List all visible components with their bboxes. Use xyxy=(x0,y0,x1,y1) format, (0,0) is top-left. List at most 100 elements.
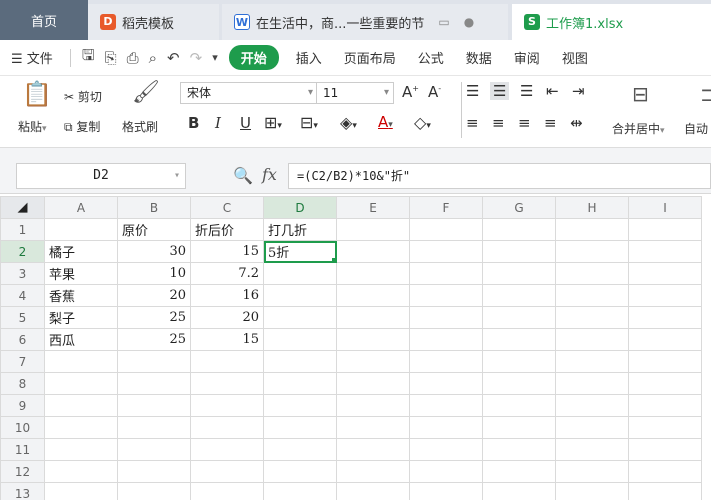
cell-c4[interactable]: 16 xyxy=(190,284,264,307)
print-preview-icon[interactable]: ⌕ xyxy=(144,49,162,67)
align-left-icon[interactable]: ≡ xyxy=(466,114,479,132)
cell-b10[interactable] xyxy=(117,416,191,439)
cell-e13[interactable] xyxy=(336,482,410,500)
cell-e10[interactable] xyxy=(336,416,410,439)
tab-daoke-templates[interactable]: D 稻壳模板 xyxy=(88,4,219,40)
merge-center-icon[interactable]: ⊟ xyxy=(632,82,649,106)
row-header[interactable]: 3 xyxy=(0,262,45,285)
cell-i9[interactable] xyxy=(628,394,702,417)
cell-e8[interactable] xyxy=(336,372,410,395)
cell-f13[interactable] xyxy=(409,482,483,500)
menu-formulas[interactable]: 公式 xyxy=(407,48,455,67)
cell-i2[interactable] xyxy=(628,240,702,263)
cell-h10[interactable] xyxy=(555,416,629,439)
cell-e5[interactable] xyxy=(336,306,410,329)
clear-icon[interactable]: ◇▾ xyxy=(414,113,431,132)
column-header-f[interactable]: F xyxy=(409,196,483,219)
cell-f2[interactable] xyxy=(409,240,483,263)
font-color-icon[interactable]: A▾ xyxy=(378,113,393,131)
cell-a6[interactable]: 西瓜 xyxy=(44,328,118,351)
cell-e6[interactable] xyxy=(336,328,410,351)
column-header-a[interactable]: A xyxy=(44,196,118,219)
cell-b2[interactable]: 30 xyxy=(117,240,191,263)
cell-f3[interactable] xyxy=(409,262,483,285)
row-header[interactable]: 11 xyxy=(0,438,45,461)
cell-g13[interactable] xyxy=(482,482,556,500)
cell-i13[interactable] xyxy=(628,482,702,500)
cell-a8[interactable] xyxy=(44,372,118,395)
cell-b8[interactable] xyxy=(117,372,191,395)
underline-icon[interactable]: U xyxy=(240,114,251,132)
cell-d8[interactable] xyxy=(263,372,337,395)
row-header[interactable]: 10 xyxy=(0,416,45,439)
cell-i11[interactable] xyxy=(628,438,702,461)
row-header[interactable]: 2 xyxy=(0,240,45,263)
cell-e2[interactable] xyxy=(336,240,410,263)
cell-b11[interactable] xyxy=(117,438,191,461)
bold-icon[interactable]: B xyxy=(188,114,199,132)
cell-e1[interactable] xyxy=(336,218,410,241)
cell-a12[interactable] xyxy=(44,460,118,483)
cell-c8[interactable] xyxy=(190,372,264,395)
cell-f9[interactable] xyxy=(409,394,483,417)
cell-e12[interactable] xyxy=(336,460,410,483)
cell-d9[interactable] xyxy=(263,394,337,417)
cell-b3[interactable]: 10 xyxy=(117,262,191,285)
cell-e3[interactable] xyxy=(336,262,410,285)
zoom-search-icon[interactable]: 🔍 xyxy=(233,166,253,185)
cell-a4[interactable]: 香蕉 xyxy=(44,284,118,307)
print-icon[interactable]: ⎙ xyxy=(122,49,144,67)
justify-icon[interactable]: ≡ xyxy=(544,114,557,132)
row-header[interactable]: 13 xyxy=(0,482,45,500)
format-painter-button[interactable]: 格式刷 xyxy=(122,118,158,135)
fill-handle[interactable] xyxy=(332,258,336,262)
cell-f1[interactable] xyxy=(409,218,483,241)
cell-d2[interactable]: 5折 xyxy=(263,240,337,263)
cell-a2[interactable]: 橘子 xyxy=(44,240,118,263)
cell-i12[interactable] xyxy=(628,460,702,483)
menu-view[interactable]: 视图 xyxy=(551,48,599,67)
cell-h3[interactable] xyxy=(555,262,629,285)
cell-h5[interactable] xyxy=(555,306,629,329)
cell-h7[interactable] xyxy=(555,350,629,373)
tab-word-document[interactable]: W 在生活中，商...一些重要的节 ▭ ● xyxy=(222,4,508,40)
cell-i7[interactable] xyxy=(628,350,702,373)
cell-g10[interactable] xyxy=(482,416,556,439)
column-header-c[interactable]: C xyxy=(190,196,264,219)
cell-e9[interactable] xyxy=(336,394,410,417)
export-icon[interactable]: ⎘ xyxy=(100,49,122,67)
cell-f10[interactable] xyxy=(409,416,483,439)
row-header[interactable]: 8 xyxy=(0,372,45,395)
cell-e7[interactable] xyxy=(336,350,410,373)
row-header[interactable]: 7 xyxy=(0,350,45,373)
distribute-icon[interactable]: ⇹ xyxy=(570,114,583,132)
cell-c6[interactable]: 15 xyxy=(190,328,264,351)
cell-b4[interactable]: 20 xyxy=(117,284,191,307)
fx-icon[interactable]: fx xyxy=(262,165,277,184)
cell-h2[interactable] xyxy=(555,240,629,263)
column-header-d[interactable]: D xyxy=(263,196,337,219)
cell-d3[interactable] xyxy=(263,262,337,285)
cell-g1[interactable] xyxy=(482,218,556,241)
cell-f11[interactable] xyxy=(409,438,483,461)
menu-review[interactable]: 审阅 xyxy=(503,48,551,67)
save-icon[interactable]: 🖫 xyxy=(77,45,100,70)
cell-h6[interactable] xyxy=(555,328,629,351)
cell-c2[interactable]: 15 xyxy=(190,240,264,263)
cell-c12[interactable] xyxy=(190,460,264,483)
cell-i5[interactable] xyxy=(628,306,702,329)
cell-c7[interactable] xyxy=(190,350,264,373)
cell-c10[interactable] xyxy=(190,416,264,439)
format-painter-icon[interactable]: 🖌 xyxy=(132,80,160,105)
undo-icon[interactable]: ↶ xyxy=(162,49,185,67)
cell-i3[interactable] xyxy=(628,262,702,285)
increase-indent-icon[interactable]: ⇥ xyxy=(572,82,585,100)
cell-g5[interactable] xyxy=(482,306,556,329)
cell-i6[interactable] xyxy=(628,328,702,351)
name-box[interactable]: D2 ▾ xyxy=(16,163,186,189)
cell-g6[interactable] xyxy=(482,328,556,351)
align-middle-icon[interactable]: ☰ xyxy=(490,82,510,100)
cell-i8[interactable] xyxy=(628,372,702,395)
cell-c5[interactable]: 20 xyxy=(190,306,264,329)
borders-icon[interactable]: ⊞▾ xyxy=(264,113,282,132)
